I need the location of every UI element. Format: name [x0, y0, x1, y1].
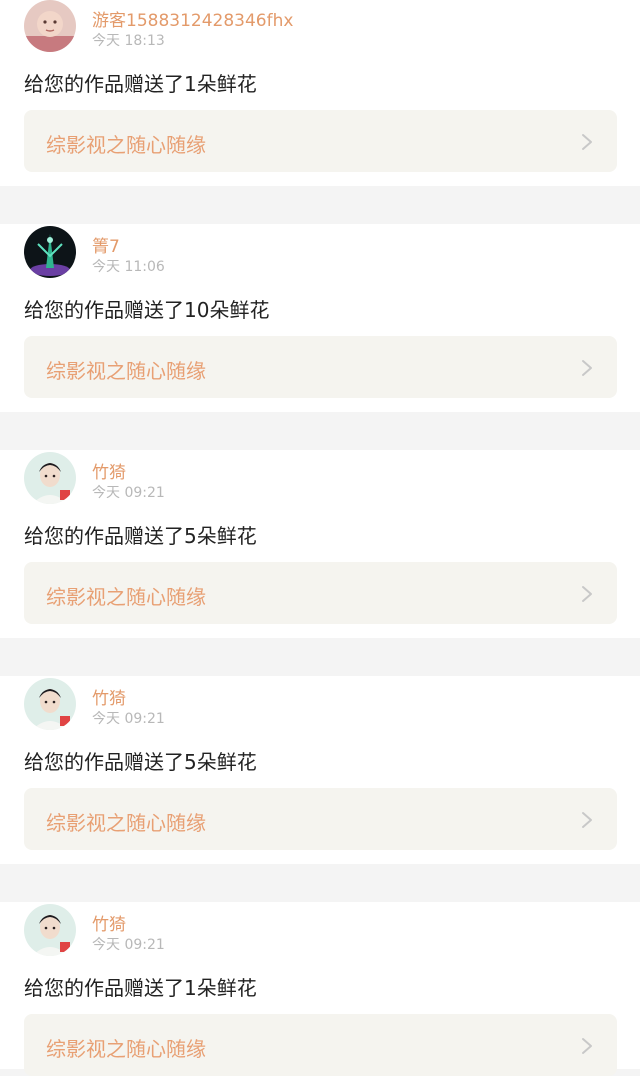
- gift-message: 给您的作品赠送了5朵鲜花: [24, 524, 257, 548]
- notification-card: 竹猗 今天 09:21 给您的作品赠送了5朵鲜花 综影视之随心随缘: [0, 676, 640, 864]
- work-title: 综影视之随心随缘: [46, 1037, 206, 1061]
- timestamp: 今天 18:13: [92, 33, 165, 49]
- portrait-avatar-icon: [24, 904, 76, 956]
- work-link[interactable]: 综影视之随心随缘: [24, 562, 617, 624]
- username[interactable]: 箐7: [92, 232, 120, 257]
- username[interactable]: 竹猗: [92, 910, 126, 935]
- user-avatar[interactable]: [24, 904, 76, 956]
- timestamp: 今天 09:21: [92, 711, 165, 727]
- portrait-avatar-icon: [24, 452, 76, 504]
- notification-feed: 游客1588312428346fhx 今天 18:13 给您的作品赠送了1朵鲜花…: [0, 0, 640, 1076]
- notification-card: 竹猗 今天 09:21 给您的作品赠送了5朵鲜花 综影视之随心随缘: [0, 450, 640, 638]
- work-link[interactable]: 综影视之随心随缘: [24, 1014, 617, 1076]
- work-link[interactable]: 综影视之随心随缘: [24, 788, 617, 850]
- gift-message: 给您的作品赠送了5朵鲜花: [24, 750, 257, 774]
- user-avatar[interactable]: [24, 452, 76, 504]
- notification-card: 竹猗 今天 09:21 给您的作品赠送了1朵鲜花 综影视之随心随缘: [0, 902, 640, 1076]
- gift-message: 给您的作品赠送了1朵鲜花: [24, 72, 257, 96]
- user-avatar[interactable]: [24, 0, 76, 52]
- work-title: 综影视之随心随缘: [46, 585, 206, 609]
- chevron-right-icon: [582, 586, 592, 602]
- work-title: 综影视之随心随缘: [46, 359, 206, 383]
- username[interactable]: 游客1588312428346fhx: [92, 6, 293, 31]
- chevron-right-icon: [582, 360, 592, 376]
- username[interactable]: 竹猗: [92, 684, 126, 709]
- baby-photo-avatar-icon: [24, 0, 76, 52]
- portrait-avatar-icon: [24, 678, 76, 730]
- gift-message: 给您的作品赠送了10朵鲜花: [24, 298, 270, 322]
- gift-message: 给您的作品赠送了1朵鲜花: [24, 976, 257, 1000]
- timestamp: 今天 09:21: [92, 485, 165, 501]
- notification-card: 箐7 今天 11:06 给您的作品赠送了10朵鲜花 综影视之随心随缘: [0, 224, 640, 412]
- chevron-right-icon: [582, 134, 592, 150]
- user-avatar[interactable]: [24, 678, 76, 730]
- notification-card: 游客1588312428346fhx 今天 18:13 给您的作品赠送了1朵鲜花…: [0, 0, 640, 186]
- timestamp: 今天 09:21: [92, 937, 165, 953]
- dark-fantasy-avatar-icon: [24, 226, 76, 278]
- timestamp: 今天 11:06: [92, 259, 165, 275]
- work-title: 综影视之随心随缘: [46, 133, 206, 157]
- chevron-right-icon: [582, 1038, 592, 1054]
- work-title: 综影视之随心随缘: [46, 811, 206, 835]
- work-link[interactable]: 综影视之随心随缘: [24, 336, 617, 398]
- chevron-right-icon: [582, 812, 592, 828]
- username[interactable]: 竹猗: [92, 458, 126, 483]
- work-link[interactable]: 综影视之随心随缘: [24, 110, 617, 172]
- user-avatar[interactable]: [24, 226, 76, 278]
